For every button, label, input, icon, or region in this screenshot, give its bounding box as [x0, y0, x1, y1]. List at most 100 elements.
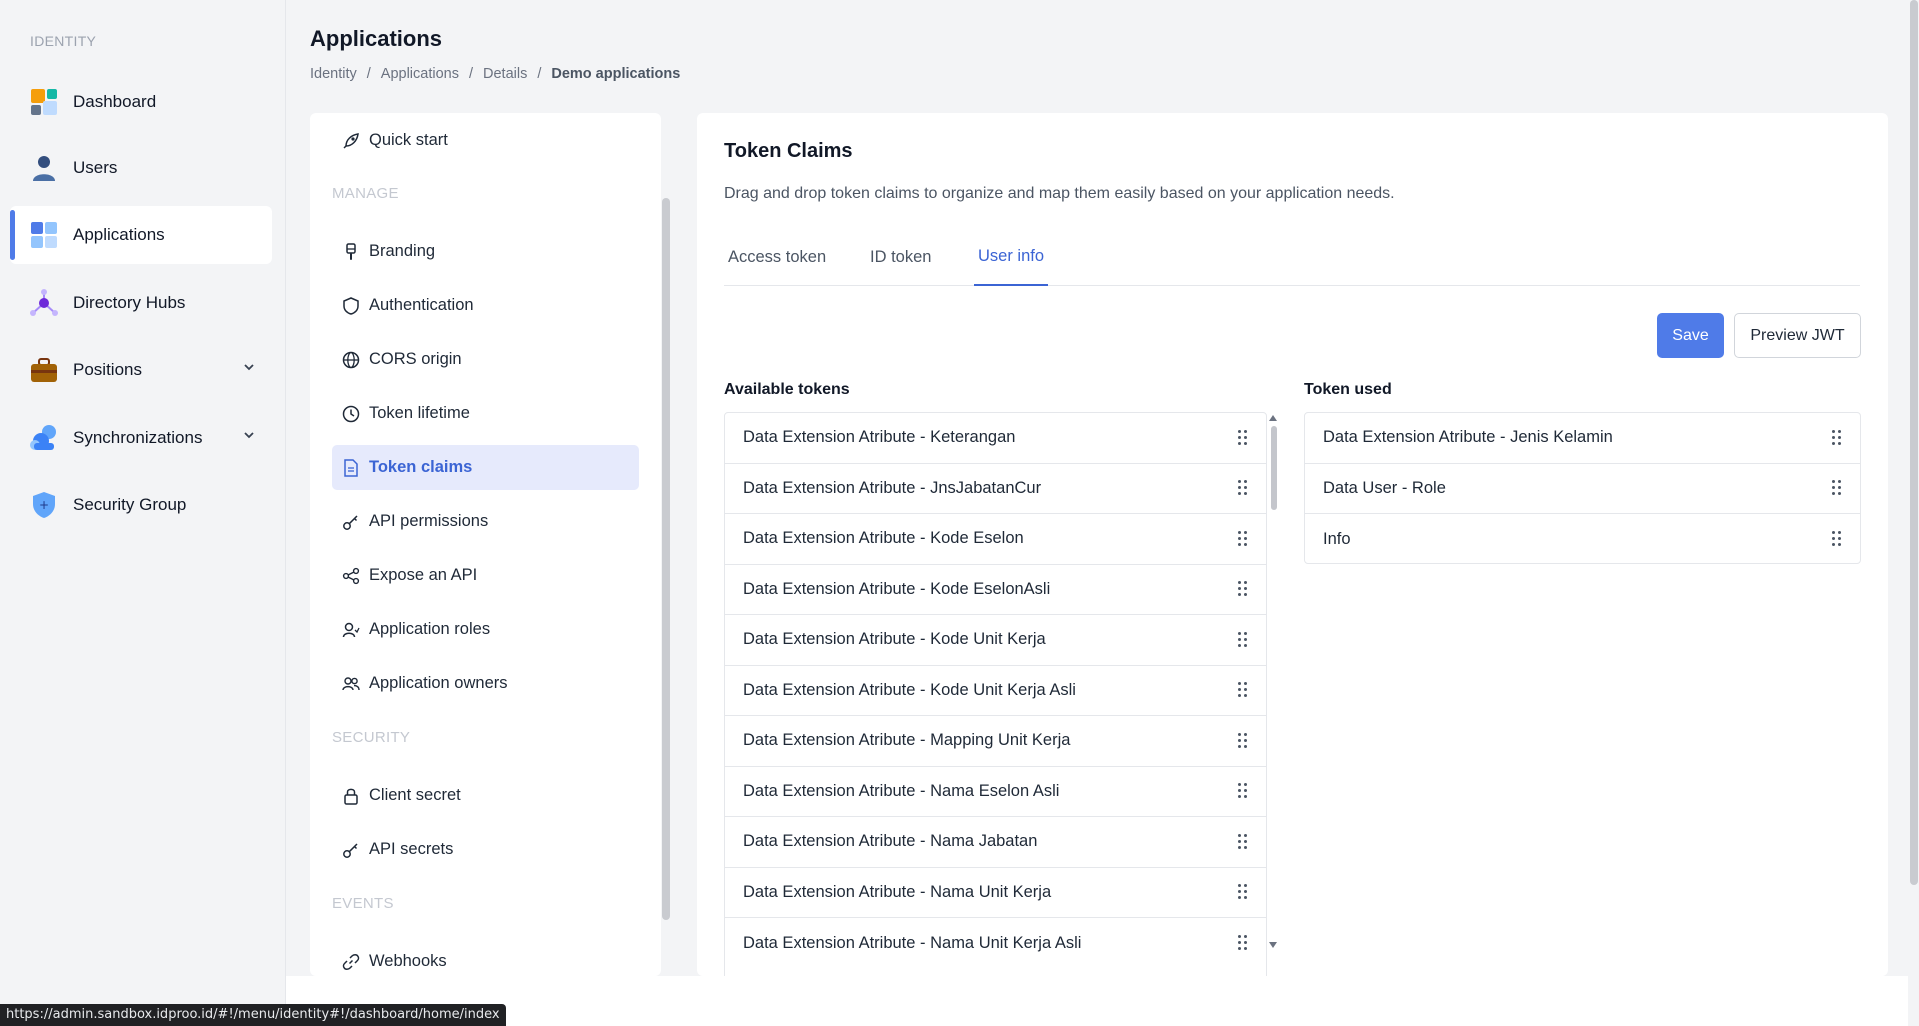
drag-handle-icon[interactable]: [1238, 429, 1248, 446]
users-icon: [341, 674, 361, 694]
drag-handle-icon[interactable]: [1238, 581, 1248, 597]
available-tokens-list: Data Extension Atribute - Keterangan Dat…: [724, 412, 1267, 976]
rocket-icon: [341, 131, 361, 151]
nav-item-synchronizations[interactable]: Synchronizations: [10, 409, 272, 467]
drag-handle-icon[interactable]: [1238, 631, 1248, 648]
nav-item-applications[interactable]: Applications: [10, 206, 272, 264]
drag-handle-icon[interactable]: [1238, 682, 1248, 698]
token-row[interactable]: Data Extension Atribute - Keterangan: [725, 413, 1266, 464]
lock-icon: [341, 786, 361, 806]
user-icon: [29, 153, 59, 183]
tab-access-token[interactable]: Access token: [724, 229, 830, 286]
document-icon: [341, 458, 361, 478]
nav-label: Dashboard: [73, 92, 157, 111]
menu-item-webhooks[interactable]: Webhooks: [332, 939, 639, 976]
breadcrumb-separator: /: [468, 66, 473, 82]
breadcrumb-item[interactable]: Applications: [381, 66, 459, 82]
status-bar-url: https://admin.sandbox.idproo.id/#!/menu/…: [0, 1004, 506, 1026]
left-navigation: IDENTITY Dashboard Users Applications Di…: [0, 0, 286, 1026]
hub-icon: [29, 288, 59, 318]
menu-item-token-lifetime[interactable]: Token lifetime: [332, 391, 639, 436]
menu-item-quick-start[interactable]: Quick start: [332, 118, 639, 163]
token-label: Data Extension Atribute - Nama Unit Kerj…: [743, 882, 1052, 901]
menu-item-label: Branding: [369, 242, 436, 260]
menu-scrollbar[interactable]: [662, 198, 670, 920]
drag-handle-icon[interactable]: [1238, 783, 1248, 799]
menu-item-expose-api[interactable]: Expose an API: [332, 553, 639, 598]
breadcrumb-item[interactable]: Identity: [310, 66, 357, 82]
token-row[interactable]: Info: [1305, 514, 1860, 563]
token-row[interactable]: Data Extension Atribute - Nama Jabatan: [725, 817, 1266, 868]
token-row[interactable]: Data Extension Atribute - Nama Unit Kerj…: [725, 918, 1266, 969]
token-used-title: Token used: [1304, 381, 1392, 398]
drag-handle-icon[interactable]: [1238, 480, 1248, 496]
menu-item-branding[interactable]: Branding: [332, 229, 639, 274]
menu-item-token-claims[interactable]: Token claims: [332, 445, 639, 490]
page-scrollbar[interactable]: [1910, 0, 1918, 885]
token-row[interactable]: Data Extension Atribute - Kode EselonAsl…: [725, 565, 1266, 615]
token-label: Data Extension Atribute - JnsJabatanCur: [743, 478, 1042, 497]
token-tabs: Access token ID token User info: [724, 229, 1860, 286]
token-row[interactable]: Data Extension Atribute - Jenis Kelamin: [1305, 413, 1860, 464]
menu-item-label: Application roles: [369, 620, 491, 638]
menu-item-label: Quick start: [369, 131, 448, 149]
drag-handle-icon[interactable]: [1832, 429, 1842, 446]
breadcrumb-current: Demo applications: [551, 66, 681, 82]
token-label: Data Extension Atribute - Mapping Unit K…: [743, 731, 1071, 750]
preview-jwt-button[interactable]: Preview JWT: [1734, 313, 1861, 358]
drag-handle-icon[interactable]: [1238, 833, 1248, 850]
menu-item-label: API secrets: [369, 840, 454, 858]
available-tokens-title: Available tokens: [724, 381, 850, 398]
token-row[interactable]: Data Extension Atribute - JnsJabatanCur: [725, 464, 1266, 514]
nav-item-dashboard[interactable]: Dashboard: [10, 73, 272, 131]
drag-handle-icon[interactable]: [1238, 884, 1248, 900]
menu-item-api-secrets[interactable]: API secrets: [332, 827, 639, 872]
menu-group-events: EVENTS: [332, 895, 394, 912]
token-used-list: Data Extension Atribute - Jenis Kelamin …: [1304, 412, 1861, 564]
nav-item-positions[interactable]: Positions: [10, 341, 272, 399]
token-row[interactable]: Data Extension Atribute - Nama Unit Kerj…: [725, 868, 1266, 918]
token-row[interactable]: Data Extension Atribute - Kode Eselon: [725, 514, 1266, 565]
token-label: Info: [1323, 529, 1351, 548]
token-row[interactable]: Data Extension Atribute - Mapping Unit K…: [725, 716, 1266, 767]
menu-item-cors-origin[interactable]: CORS origin: [332, 337, 639, 382]
menu-item-authentication[interactable]: Authentication: [332, 283, 639, 328]
token-row[interactable]: Data Extension Atribute - Kode Unit Kerj…: [725, 666, 1266, 716]
menu-item-client-secret[interactable]: Client secret: [332, 773, 639, 818]
tab-id-token[interactable]: ID token: [866, 229, 935, 286]
shield-icon: [341, 296, 361, 316]
drag-handle-icon[interactable]: [1238, 732, 1248, 749]
chevron-down-icon[interactable]: [242, 360, 256, 379]
tab-user-info[interactable]: User info: [974, 229, 1049, 286]
breadcrumb-item[interactable]: Details: [483, 66, 527, 82]
token-row[interactable]: Data Extension Atribute - Kode Unit Kerj…: [725, 615, 1266, 666]
app-settings-menu: Quick start MANAGE Branding Authenticati…: [310, 113, 661, 976]
scroll-down-arrow-icon[interactable]: [1269, 942, 1277, 948]
nav-item-directory-hubs[interactable]: Directory Hubs: [10, 274, 272, 332]
save-button[interactable]: Save: [1657, 313, 1724, 358]
user-role-icon: [341, 620, 361, 640]
available-list-scrollbar[interactable]: [1271, 426, 1277, 510]
scroll-up-arrow-icon[interactable]: [1269, 415, 1277, 421]
menu-item-label: Authentication: [369, 296, 474, 314]
menu-item-application-owners[interactable]: Application owners: [332, 661, 639, 706]
token-label: Data Extension Atribute - Jenis Kelamin: [1323, 428, 1613, 447]
token-row[interactable]: Data Extension Atribute - Nama Eselon As…: [725, 767, 1266, 817]
menu-item-api-permissions[interactable]: API permissions: [332, 499, 639, 544]
token-label: Data Extension Atribute - Nama Jabatan: [743, 832, 1038, 851]
clock-icon: [341, 404, 361, 424]
nav-item-security-group[interactable]: + Security Group: [10, 476, 272, 534]
chevron-down-icon[interactable]: [242, 428, 256, 447]
card-description: Drag and drop token claims to organize a…: [724, 185, 1395, 202]
menu-item-application-roles[interactable]: Application roles: [332, 607, 639, 652]
token-row[interactable]: Data User - Role: [1305, 464, 1860, 514]
drag-handle-icon[interactable]: [1238, 935, 1248, 951]
nav-item-users[interactable]: Users: [10, 139, 272, 197]
link-icon: [341, 952, 361, 972]
drag-handle-icon[interactable]: [1832, 480, 1842, 496]
menu-group-security: SECURITY: [332, 729, 411, 746]
token-label: Data Extension Atribute - Nama Unit Kerj…: [743, 933, 1082, 952]
drag-handle-icon[interactable]: [1832, 531, 1842, 547]
drag-handle-icon[interactable]: [1238, 530, 1248, 547]
menu-item-label: Token claims: [369, 458, 473, 476]
